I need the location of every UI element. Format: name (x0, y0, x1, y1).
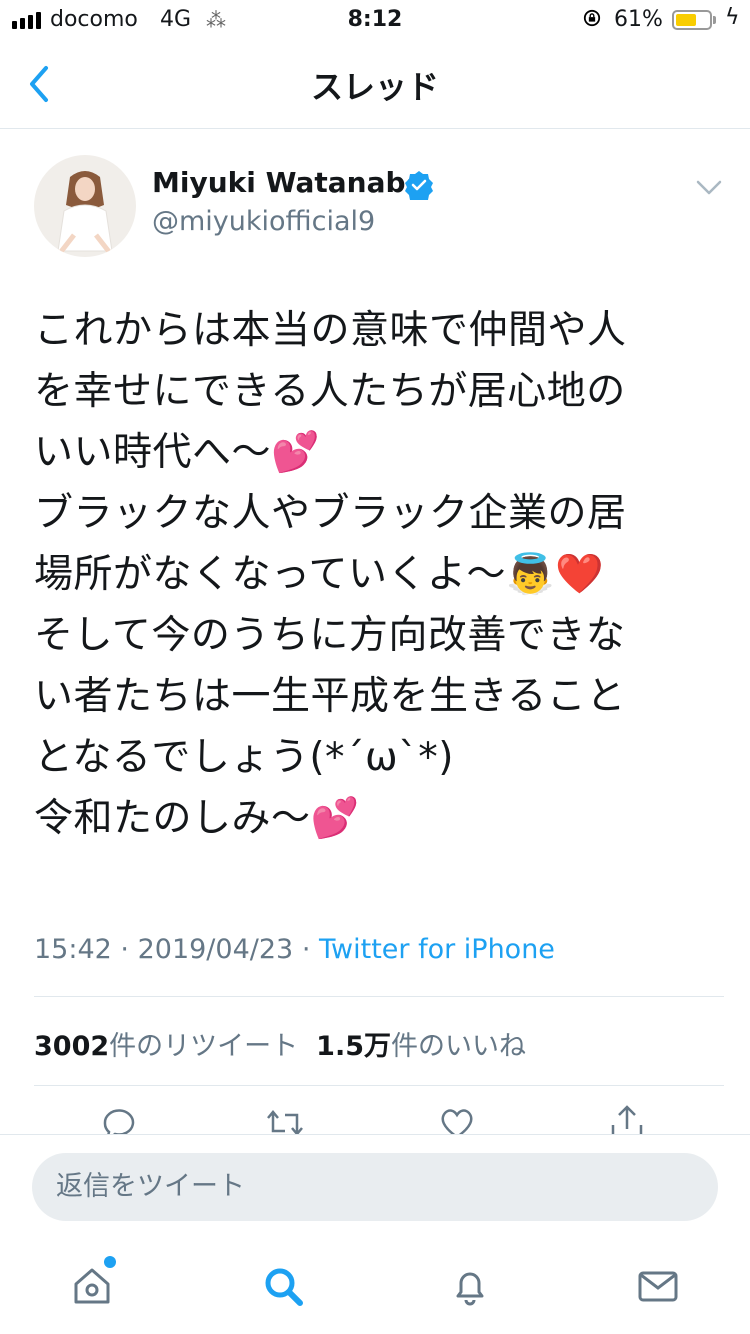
meta-separator: · (301, 934, 311, 965)
notification-dot (104, 1256, 116, 1268)
tab-bar (0, 1240, 750, 1334)
status-bar: docomo 4G ⁂ 8:12 61% ϟ (0, 0, 750, 40)
retweet-icon[interactable] (265, 1103, 305, 1135)
author-name[interactable]: Miyuki Watanabe (152, 166, 425, 199)
tweet-time: 15:42 (34, 934, 112, 965)
verified-badge-icon (405, 171, 433, 200)
tweet-actions (0, 1103, 750, 1135)
battery-tip (713, 16, 716, 24)
charging-bolt-icon: ϟ (725, 5, 740, 30)
reply-input[interactable]: 返信をツイート (32, 1153, 718, 1221)
retweet-label: 件のリツイート (109, 1031, 299, 1062)
page-title: スレッド (310, 68, 439, 106)
like-count: 1.5万 (316, 1031, 391, 1062)
divider (34, 1085, 724, 1086)
battery-icon (672, 10, 712, 30)
avatar[interactable] (34, 155, 136, 257)
battery-level (676, 14, 696, 26)
likes-stat[interactable]: 1.5万件のいいね (316, 1031, 526, 1062)
rotation-lock-icon (583, 9, 601, 27)
author-handle[interactable]: @miyukiofficial9 (152, 206, 375, 237)
retweet-count: 3002 (34, 1031, 110, 1062)
divider (34, 996, 724, 997)
tweet-stats: 3002件のリツイート 1.5万件のいいね (34, 1024, 526, 1063)
tweet-text: これからは本当の意味で仲間や人 を幸せにできる人たちが居心地の いい時代へ〜💕 … (34, 308, 627, 841)
tweet-source-link[interactable]: Twitter for iPhone (319, 934, 555, 965)
reply-bar: 返信をツイート (0, 1134, 750, 1239)
meta-separator: · (120, 934, 129, 965)
like-heart-icon[interactable] (437, 1103, 477, 1135)
notifications-icon[interactable] (448, 1264, 492, 1308)
like-label: 件のいいね (391, 1031, 526, 1062)
battery-percent: 61% (614, 7, 663, 32)
search-icon[interactable] (261, 1264, 305, 1308)
chevron-down-icon[interactable] (694, 174, 724, 200)
retweets-stat[interactable]: 3002件のリツイート (34, 1031, 298, 1062)
messages-icon[interactable] (636, 1264, 680, 1308)
share-icon[interactable] (607, 1103, 647, 1135)
reply-icon[interactable] (99, 1103, 139, 1135)
nav-bar: スレッド (0, 40, 750, 129)
tweet-meta: 15:42 · 2019/04/23 · Twitter for iPhone (34, 934, 555, 965)
home-icon[interactable] (70, 1264, 114, 1308)
tweet-date: 2019/04/23 (137, 934, 294, 965)
